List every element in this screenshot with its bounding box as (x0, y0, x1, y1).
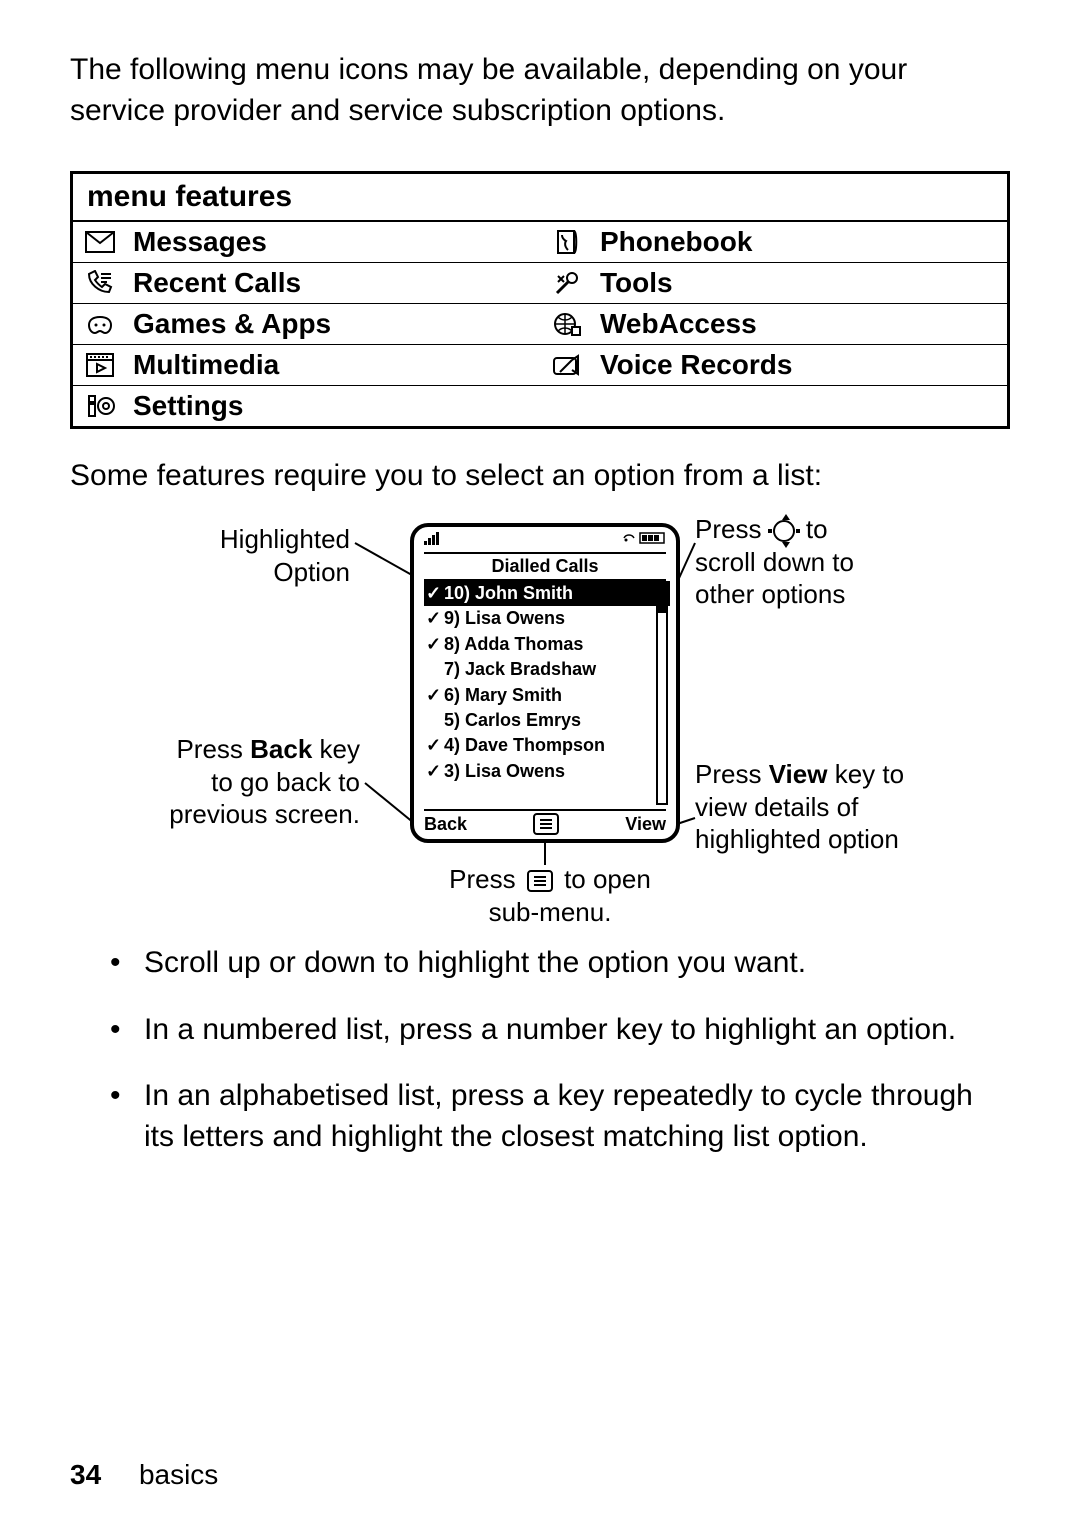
menu-label: Voice Records (600, 349, 792, 381)
menu-cell: Games & Apps (73, 304, 540, 344)
intro-text: The following menu icons may be availabl… (70, 50, 1010, 131)
voice-records-icon (550, 350, 584, 380)
phone-list-item[interactable]: ✓9) Lisa Owens (424, 606, 670, 631)
phone-list-item[interactable]: 5) Carlos Emrys (424, 708, 670, 733)
menu-label: Games & Apps (133, 308, 331, 340)
check-icon: ✓ (426, 684, 440, 707)
menu-label: WebAccess (600, 308, 757, 340)
check-icon: ✓ (426, 734, 440, 757)
phone-list-label: 6) Mary Smith (444, 684, 562, 707)
phone-list-title: Dialled Calls (424, 552, 666, 581)
menu-row: Settings (73, 386, 1007, 426)
phone-status-bar (414, 527, 676, 550)
tools-icon (550, 268, 584, 298)
games-icon (83, 309, 117, 339)
phone-scrollbar[interactable] (656, 585, 668, 805)
check-icon: ✓ (426, 760, 440, 783)
menu-row: Multimedia Voice Records (73, 345, 1007, 386)
phone-screen: Dialled Calls ✓10) John Smith✓9) Lisa Ow… (410, 523, 680, 843)
menu-cell: Messages (73, 222, 540, 262)
phone-list-item[interactable]: ✓8) Adda Thomas (424, 632, 670, 657)
softkey-back[interactable]: Back (424, 814, 467, 835)
recent-calls-icon (83, 268, 117, 298)
menu-cell: Settings (73, 386, 540, 426)
callout-view: Press View key to view details of highli… (695, 758, 995, 856)
callout-highlighted: Highlighted Option (130, 523, 350, 588)
phone-list: ✓10) John Smith✓9) Lisa Owens✓8) Adda Th… (424, 581, 670, 784)
menu-row: Messages Phonebook (73, 222, 1007, 263)
phone-list-label: 8) Adda Thomas (444, 633, 583, 656)
phone-list-label: 4) Dave Thompson (444, 734, 605, 757)
phone-list-item[interactable]: ✓10) John Smith (424, 581, 670, 606)
nav-key-icon (773, 520, 795, 542)
check-icon: ✓ (426, 607, 440, 630)
phone-list-label: 10) John Smith (444, 582, 573, 605)
menu-row: Games & Apps WebAccess (73, 304, 1007, 345)
tips-list: Scroll up or down to highlight the optio… (110, 943, 1010, 1157)
phone-list-label: 5) Carlos Emrys (444, 709, 581, 732)
envelope-icon (83, 227, 117, 257)
tip-item: Scroll up or down to highlight the optio… (110, 943, 1010, 984)
menu-key-icon[interactable] (533, 813, 559, 835)
page-footer: 34 basics (70, 1459, 218, 1491)
check-icon: ✓ (426, 633, 440, 656)
manual-page: The following menu icons may be availabl… (0, 0, 1080, 1521)
callout-back: Press Back key to go back to previous sc… (80, 733, 360, 831)
tip-item: In a numbered list, press a number key t… (110, 1010, 1010, 1051)
menu-cell: Tools (540, 263, 1007, 303)
status-right (622, 531, 666, 550)
menu-label: Settings (133, 390, 243, 422)
softkey-view[interactable]: View (625, 814, 666, 835)
check-icon: ✓ (426, 582, 440, 605)
menu-cell-empty (540, 386, 1007, 426)
list-instruction: Some features require you to select an o… (70, 459, 1010, 493)
phone-illustration: Highlighted Option Press Back key to go … (70, 513, 1010, 923)
menu-row: Recent Calls Tools (73, 263, 1007, 304)
menu-cell: Voice Records (540, 345, 1007, 385)
menu-cell: Recent Calls (73, 263, 540, 303)
phonebook-icon (550, 227, 584, 257)
phone-list-item[interactable]: ✓6) Mary Smith (424, 683, 670, 708)
callout-scroll: Press to scroll down to other options (695, 513, 975, 611)
phone-list-item[interactable]: ✓4) Dave Thompson (424, 733, 670, 758)
callout-submenu: Press to open sub-menu. (370, 863, 730, 928)
menu-label: Tools (600, 267, 673, 299)
menu-label: Multimedia (133, 349, 279, 381)
section-name: basics (139, 1459, 218, 1490)
phone-list-label: 3) Lisa Owens (444, 760, 565, 783)
signal-icon (424, 531, 446, 550)
settings-icon (83, 391, 117, 421)
menu-cell: WebAccess (540, 304, 1007, 344)
phone-list-label: 9) Lisa Owens (444, 607, 565, 630)
globe-icon (550, 309, 584, 339)
menu-label: Phonebook (600, 226, 752, 258)
phone-list-item[interactable]: ✓3) Lisa Owens (424, 759, 670, 784)
menu-cell: Multimedia (73, 345, 540, 385)
menu-features-header: menu features (73, 174, 1007, 222)
menu-label: Recent Calls (133, 267, 301, 299)
menu-key-icon (527, 870, 553, 892)
menu-features-table: menu features Messages Phonebook Rece (70, 171, 1010, 429)
page-number: 34 (70, 1459, 101, 1490)
phone-list-item[interactable]: 7) Jack Bradshaw (424, 657, 670, 682)
menu-cell: Phonebook (540, 222, 1007, 262)
leader-line (540, 843, 550, 868)
tip-item: In an alphabetised list, press a key rep… (110, 1076, 1010, 1157)
phone-list-label: 7) Jack Bradshaw (444, 658, 596, 681)
menu-label: Messages (133, 226, 267, 258)
multimedia-icon (83, 350, 117, 380)
